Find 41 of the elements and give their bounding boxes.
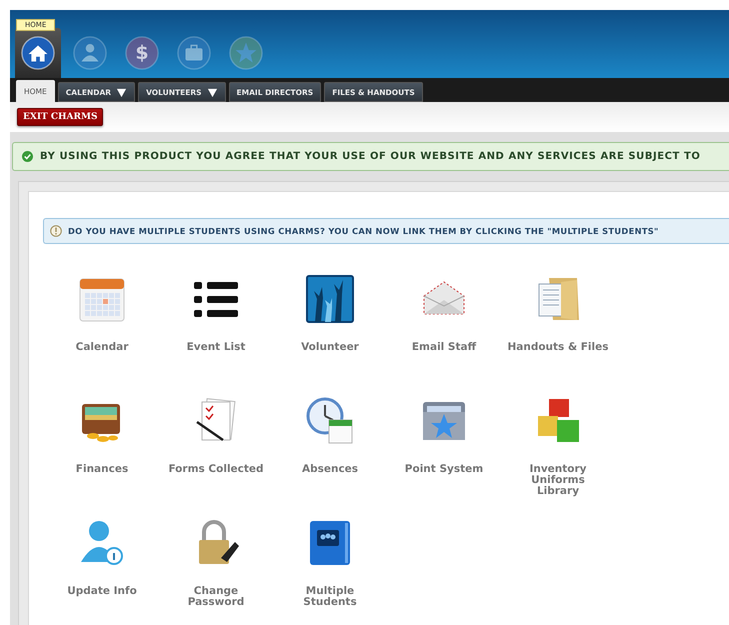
dollar-sign: $ [135, 44, 149, 63]
clock-calendar-icon [305, 396, 355, 446]
briefcase-icon [177, 36, 211, 70]
app-tile[interactable]: Forms Collected [159, 396, 273, 518]
app-tile[interactable]: Inventory Uniforms Library [501, 396, 615, 518]
dropdown-arrow-icon [206, 86, 218, 98]
tile-label: Multiple Students [302, 586, 358, 608]
tile-label: Volunteer [300, 342, 360, 354]
tile-label: Finances [74, 464, 130, 476]
app-tile[interactable]: Calendar [45, 274, 159, 396]
info-text: DO YOU HAVE MULTIPLE STUDENTS USING CHARMS? YOU CAN NOW LINK THEM BY CLICKING THE "MULTIPLE STUDENTS" [68, 226, 659, 236]
tile-label: Point System [404, 464, 484, 476]
tile-label: Absences [300, 464, 360, 476]
house-icon [21, 36, 55, 70]
tile-label: Change Password [186, 586, 246, 608]
tile-label: Inventory Uniforms Library [528, 464, 588, 498]
app-tile[interactable]: Handouts & Files [501, 274, 615, 396]
app-tile[interactable]: Absences [273, 396, 387, 518]
app-tile[interactable]: Multiple Students [273, 518, 387, 625]
exit-button[interactable]: EXIT CHARMS [17, 108, 104, 126]
tile-label: Event List [186, 342, 246, 354]
tile-label: Forms Collected [167, 464, 265, 476]
tile-label: Email Staff [410, 342, 478, 354]
notice-text: BY USING THIS PRODUCT YOU AGREE THAT YOUR USE OF OUR WEBSITE AND ANY SERVICES ARE SUBJECT TO [40, 151, 700, 162]
check-circle-icon [22, 151, 33, 162]
tile-label: Handouts & Files [506, 342, 610, 354]
app-tile[interactable]: Volunteer [273, 274, 387, 396]
app-tile[interactable]: Finances [45, 396, 159, 518]
dollar-icon [125, 36, 159, 70]
raised-hands-icon [305, 274, 355, 324]
app-tile[interactable]: Point System [387, 396, 501, 518]
app-tile[interactable]: Event List [159, 274, 273, 396]
app-tile[interactable]: Email Staff [387, 274, 501, 396]
app-tile[interactable]: Change Password [159, 518, 273, 625]
person-icon [73, 36, 107, 70]
app-tile[interactable]: Update Info [45, 518, 159, 625]
tile-label: Calendar [74, 342, 130, 354]
info-icon [50, 225, 62, 237]
dropdown-arrow-icon [116, 86, 128, 98]
tile-label: Update Info [66, 586, 138, 598]
app-slot[interactable]: $ [119, 28, 165, 78]
